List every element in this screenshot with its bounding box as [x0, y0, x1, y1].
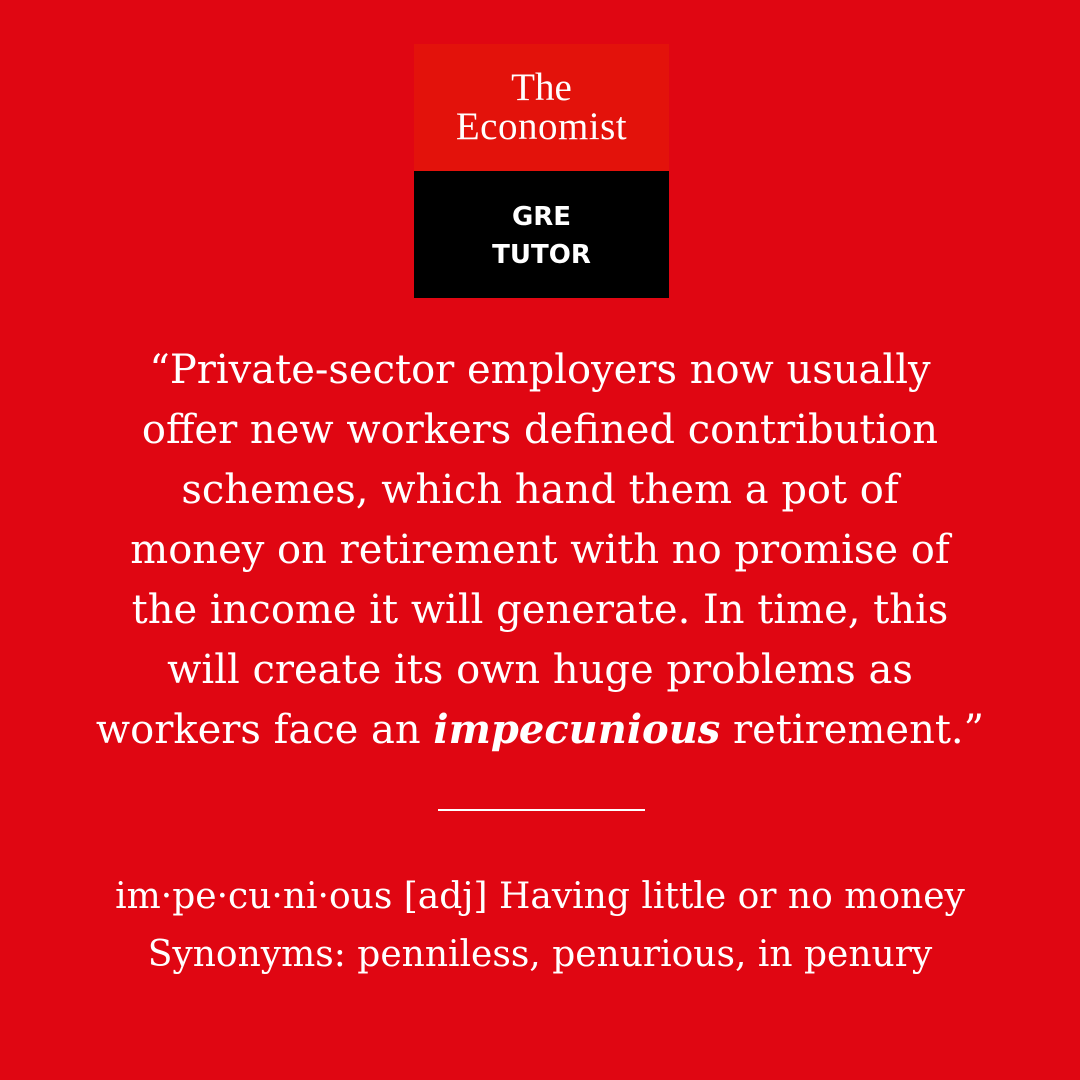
- quote-line: schemes, which hand them a pot of: [181, 467, 899, 513]
- logo-subtitle-line1: GRE: [511, 202, 572, 232]
- quote-last-line-before: workers face an: [95, 707, 434, 753]
- logo-title-line1: The: [511, 66, 572, 109]
- logo-subtitle-block: GRE TUTOR: [414, 171, 669, 298]
- quote-last-line-after: retirement.”: [720, 707, 985, 753]
- logo-masthead: The Economist: [414, 44, 669, 171]
- quote-line: will create its own huge problems as: [167, 647, 913, 693]
- logo-title-line2: Economist: [455, 105, 628, 148]
- quote-line: offer new workers defined contribution: [141, 407, 939, 453]
- definition-line: im·pe·cu·ni·ous [adj] Having little or n…: [115, 876, 965, 917]
- economist-gre-tutor-logo: The Economist GRE TUTOR: [414, 44, 669, 298]
- quote-keyword: impecunious: [433, 706, 721, 753]
- quote-line: money on retirement with no promise of: [130, 527, 950, 573]
- logo-subtitle-line2: TUTOR: [492, 240, 591, 270]
- quote-text: “Private-sector employers now usually of…: [60, 340, 1020, 760]
- quote-line: the income it will generate. In time, th…: [131, 587, 949, 633]
- quote-line: “Private-sector employers now usually: [149, 347, 931, 393]
- divider-line: [438, 809, 645, 811]
- word-definition: im·pe·cu·ni·ous [adj] Having little or n…: [40, 868, 1040, 984]
- synonyms-line: Synonyms: penniless, penurious, in penur…: [147, 934, 933, 975]
- quote-last-line: workers face an impecunious retirement.”: [60, 700, 1020, 760]
